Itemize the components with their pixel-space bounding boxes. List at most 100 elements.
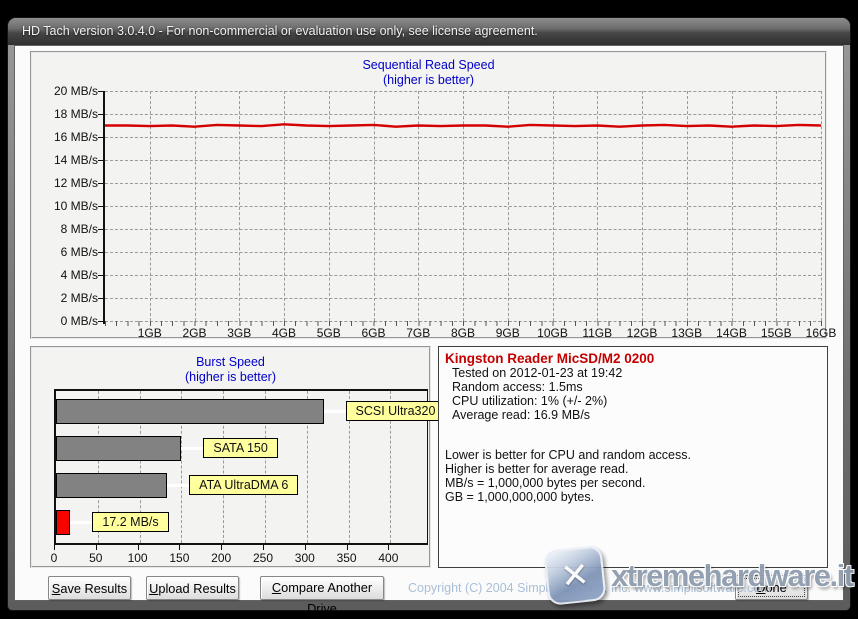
bar-label-connector — [181, 447, 203, 450]
burst-tick-label: 400 — [368, 551, 408, 565]
burst-bar-label: SATA 150 — [203, 438, 277, 458]
hdtach-window: HD Tach version 3.0.4.0 - For non-commer… — [7, 17, 851, 611]
chart-subtitle-text: (higher is better) — [32, 370, 429, 385]
xtremehardware-x-icon: ✕ — [543, 545, 606, 606]
xtremehardware-watermark: ✕ xtremehardware.it — [546, 548, 853, 603]
x-axis-tick-label: 5GB — [306, 326, 352, 340]
x-axis-tick-label: 3GB — [216, 326, 262, 340]
chart-title-text: Sequential Read Speed — [32, 58, 825, 73]
burst-bar-label: ATA UltraDMA 6 — [189, 475, 298, 495]
burst-tick-label: 300 — [285, 551, 325, 565]
bar-label-connector — [324, 410, 346, 413]
x-axis-tick-label: 7GB — [395, 326, 441, 340]
burst-bar-label: 17.2 MB/s — [92, 512, 168, 532]
burst-chart-title: Burst Speed (higher is better) — [32, 355, 429, 385]
y-axis-tick-label: 4 MB/s — [36, 268, 98, 282]
burst-tick-label: 200 — [201, 551, 241, 565]
watermark-text: xtremehardware.it — [611, 558, 853, 594]
y-axis-tick-mark — [98, 160, 103, 161]
screen-background: HD Tach version 3.0.4.0 - For non-commer… — [0, 0, 858, 619]
burst-tick-mark — [54, 545, 55, 550]
burst-tick-mark — [96, 545, 97, 550]
y-axis-tick-label: 18 MB/s — [36, 107, 98, 121]
x-axis-tick-label: 15GB — [753, 326, 799, 340]
drive-detail-line: Random access: 1.5ms — [445, 380, 821, 394]
chart-subtitle-text: (higher is better) — [32, 73, 825, 88]
drive-details: Tested on 2012-01-23 at 19:42Random acce… — [445, 366, 821, 422]
y-axis-tick-mark — [98, 229, 103, 230]
y-axis-tick-mark — [98, 137, 103, 138]
y-axis-tick-label: 6 MB/s — [36, 245, 98, 259]
y-axis-tick-mark — [98, 252, 103, 253]
window-titlebar[interactable]: HD Tach version 3.0.4.0 - For non-commer… — [8, 18, 850, 45]
burst-tick-mark — [179, 545, 180, 550]
window-title: HD Tach version 3.0.4.0 - For non-commer… — [22, 24, 538, 38]
y-axis-tick-label: 2 MB/s — [36, 291, 98, 305]
sequential-read-plot-area — [105, 91, 821, 321]
y-axis-tick-mark — [98, 114, 103, 115]
info-note-line: Higher is better for average read. — [445, 462, 821, 476]
burst-bar-4 — [56, 510, 70, 535]
x-glyph: ✕ — [559, 554, 592, 597]
bar-label-connector — [167, 484, 189, 487]
burst-tick-mark — [221, 545, 222, 550]
info-notes: Lower is better for CPU and random acces… — [445, 448, 821, 504]
upload-results-button[interactable]: Upload Results — [146, 576, 239, 600]
x-axis-tick-label: 11GB — [574, 326, 620, 340]
y-axis-tick-label: 0 MB/s — [36, 314, 98, 328]
burst-bar-1 — [56, 399, 324, 424]
burst-speed-panel: Burst Speed (higher is better) SCSI Ultr… — [30, 346, 431, 568]
info-note-line: MB/s = 1,000,000 bytes per second. — [445, 476, 821, 490]
burst-tick-mark — [388, 545, 389, 550]
y-axis-tick-mark — [98, 91, 103, 92]
y-axis-tick-label: 16 MB/s — [36, 130, 98, 144]
x-axis-tick-label: 2GB — [172, 326, 218, 340]
y-axis-tick-mark — [98, 183, 103, 184]
chart-title-text: Burst Speed — [32, 355, 429, 370]
burst-tick-label: 150 — [159, 551, 199, 565]
x-axis-tick-label: 9GB — [485, 326, 531, 340]
drive-name: Kingston Reader MicSD/M2 0200 — [445, 351, 821, 366]
x-axis-tick-label: 14GB — [709, 326, 755, 340]
info-note-line: GB = 1,000,000,000 bytes. — [445, 490, 821, 504]
y-axis-tick-mark — [98, 275, 103, 276]
burst-tick-label: 250 — [243, 551, 283, 565]
info-note-line: Lower is better for CPU and random acces… — [445, 448, 821, 462]
burst-tick-mark — [347, 545, 348, 550]
x-gridline — [821, 91, 822, 321]
x-axis-tick-label: 1GB — [127, 326, 173, 340]
y-axis-tick-mark — [98, 298, 103, 299]
burst-bar-label: SCSI Ultra320 — [346, 401, 446, 421]
drive-detail-line: CPU utilization: 1% (+/- 2%) — [445, 394, 821, 408]
y-axis-tick-mark — [98, 206, 103, 207]
y-axis-tick-mark — [98, 321, 103, 322]
burst-tick-label: 50 — [76, 551, 116, 565]
save-results-button[interactable]: Save Results — [48, 576, 131, 600]
burst-tick-mark — [263, 545, 264, 550]
burst-tick-label: 350 — [327, 551, 367, 565]
burst-tick-mark — [305, 545, 306, 550]
x-axis-tick-label: 13GB — [664, 326, 710, 340]
x-axis-tick-label: 4GB — [261, 326, 307, 340]
drive-info-panel: Kingston Reader MicSD/M2 0200 Tested on … — [438, 346, 828, 568]
x-axis-tick-label: 10GB — [530, 326, 576, 340]
x-axis-tick-label: 6GB — [351, 326, 397, 340]
burst-tick-label: 0 — [34, 551, 74, 565]
drive-detail-line: Tested on 2012-01-23 at 19:42 — [445, 366, 821, 380]
burst-tick-mark — [138, 545, 139, 550]
x-axis-tick-label: 16GB — [798, 326, 844, 340]
y-axis-tick-label: 8 MB/s — [36, 222, 98, 236]
burst-tick-label: 100 — [118, 551, 158, 565]
sequential-read-chart-title: Sequential Read Speed (higher is better) — [32, 58, 825, 88]
burst-bar-2 — [56, 436, 181, 461]
y-axis-tick-label: 10 MB/s — [36, 199, 98, 213]
x-axis-tick-label: 8GB — [440, 326, 486, 340]
compare-another-drive-button[interactable]: Compare Another Drive — [260, 576, 384, 600]
read-speed-line — [105, 91, 821, 321]
burst-plot-frame: SCSI Ultra320SATA 150ATA UltraDMA 617.2 … — [54, 389, 428, 545]
sequential-read-panel: Sequential Read Speed (higher is better)… — [30, 51, 827, 339]
y-axis-tick-label: 12 MB/s — [36, 176, 98, 190]
x-axis-tick-label: 12GB — [619, 326, 665, 340]
window-content: Sequential Read Speed (higher is better)… — [14, 45, 844, 601]
burst-bar-3 — [56, 473, 167, 498]
